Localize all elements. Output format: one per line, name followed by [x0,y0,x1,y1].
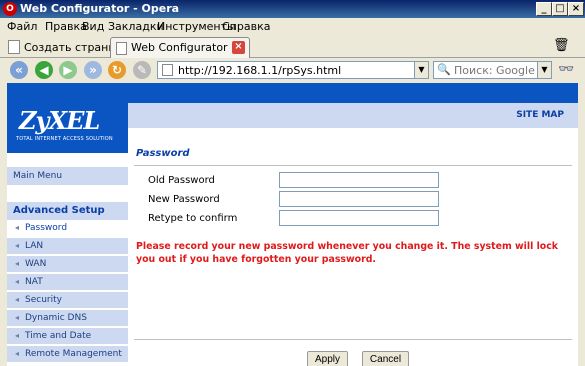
close-tab-icon[interactable]: × [232,41,245,54]
password-form: Password Old Password New Password Retyp… [128,128,578,366]
menu-view[interactable]: Вид [82,20,104,33]
search-icon: 🔍 [437,63,451,76]
menu-bookmarks[interactable]: Закладки [108,20,164,33]
site-map-link[interactable]: SITE MAP [516,110,564,120]
new-password-label: New Password [148,194,220,205]
navigation-toolbar: « ◀ ▶ » ↻ ✎ http://192.168.1.1/rpSys.htm… [0,58,585,82]
bullet-icon: ◂ [15,313,20,322]
brand-logo: ZyXEL TOTAL INTERNET ACCESS SOLUTION [7,103,128,153]
retype-password-field[interactable] [279,210,439,226]
sidebar-item-label: Remote Management [25,349,122,359]
trash-icon[interactable]: 🗑 [553,38,570,53]
address-bar[interactable]: http://192.168.1.1/rpSys.html ▼ [157,61,429,79]
site-map-bar: SITE MAP [128,103,578,128]
rewind-icon[interactable]: « [10,61,28,79]
sidebar-item-lan[interactable]: ◂ LAN [7,238,128,255]
bullet-icon: ◂ [15,223,20,232]
search-input[interactable]: 🔍 Поиск: Google ▼ [433,61,552,79]
menu-bar: Файл Правка Вид Закладки Инструменты Спр… [0,18,585,35]
web-page: ZyXEL TOTAL INTERNET ACCESS SOLUTION Mai… [7,83,578,366]
tab-bar: Создать страницу Web Configurator × 🗑 [0,35,585,58]
new-page-icon [8,40,20,54]
sidebar-item-label: WAN [25,259,47,269]
sidebar-item-remote-management[interactable]: ◂ Remote Management [7,346,128,363]
back-icon[interactable]: ◀ [35,61,53,79]
bullet-icon: ◂ [15,259,20,268]
new-password-field[interactable] [279,191,439,207]
bullet-icon: ◂ [15,349,20,358]
brand-tagline: TOTAL INTERNET ACCESS SOLUTION [16,136,113,142]
sidebar-item-nat[interactable]: ◂ NAT [7,274,128,291]
menu-edit[interactable]: Правка [45,20,87,33]
close-window-button[interactable]: × [568,2,584,16]
opera-logo-icon: O [3,2,17,16]
apply-button[interactable]: Apply [307,351,348,366]
bullet-icon: ◂ [15,241,20,250]
minimize-button[interactable]: _ [536,2,552,16]
old-password-label: Old Password [148,175,215,186]
page-header-bar [7,83,578,103]
sidebar-item-label: Dynamic DNS [25,313,87,323]
password-warning: Please record your new password whenever… [136,241,559,265]
sidebar-item-time-and-date[interactable]: ◂ Time and Date [7,328,128,345]
sidebar-item-wan[interactable]: ◂ WAN [7,256,128,273]
sidebar-item-label: Password [25,223,68,233]
bullet-icon: ◂ [15,277,20,286]
url-text: http://192.168.1.1/rpSys.html [178,64,342,77]
bullet-icon: ◂ [15,295,20,304]
divider [134,165,572,166]
sidebar-item-label: NAT [25,277,43,287]
chevron-down-icon[interactable]: ▼ [414,62,428,78]
window-title-bar: O Web Configurator - Opera _ □ × [0,0,585,18]
menu-help[interactable]: Справка [222,20,270,33]
sidebar-item-password[interactable]: ◂ Password [7,220,128,237]
divider [134,339,572,340]
glasses-icon[interactable]: 👓 [558,62,574,77]
sidebar-item-security[interactable]: ◂ Security [7,292,128,309]
search-placeholder: Поиск: Google [454,64,535,77]
retype-password-label: Retype to confirm [148,213,238,224]
sidebar-item-main-menu[interactable]: Main Menu [7,167,128,185]
sidebar-item-label: LAN [25,241,44,251]
tab-label: Web Configurator [131,41,228,54]
sidebar-item-dynamic-dns[interactable]: ◂ Dynamic DNS [7,310,128,327]
page-icon [116,42,127,55]
tab-web-configurator[interactable]: Web Configurator × [110,37,250,58]
menu-file[interactable]: Файл [7,20,37,33]
sidebar-item-label: Time and Date [25,331,92,341]
fast-forward-icon[interactable]: » [84,61,102,79]
window-title: Web Configurator - Opera [20,2,180,15]
bullet-icon: ◂ [15,331,20,340]
brand-name: ZyXEL [19,106,100,135]
page-icon [162,64,173,76]
reload-icon[interactable]: ↻ [108,61,126,79]
sidebar: ZyXEL TOTAL INTERNET ACCESS SOLUTION Mai… [7,103,128,366]
chevron-down-icon[interactable]: ▼ [537,62,551,78]
forward-icon[interactable]: ▶ [59,61,77,79]
page-title: Password [136,148,190,159]
old-password-field[interactable] [279,172,439,188]
sidebar-section-advanced-setup[interactable]: Advanced Setup [7,202,128,220]
sidebar-item-label: Security [25,295,62,305]
maximize-button[interactable]: □ [552,2,568,16]
cancel-button[interactable]: Cancel [362,351,409,366]
edit-icon[interactable]: ✎ [133,61,151,79]
